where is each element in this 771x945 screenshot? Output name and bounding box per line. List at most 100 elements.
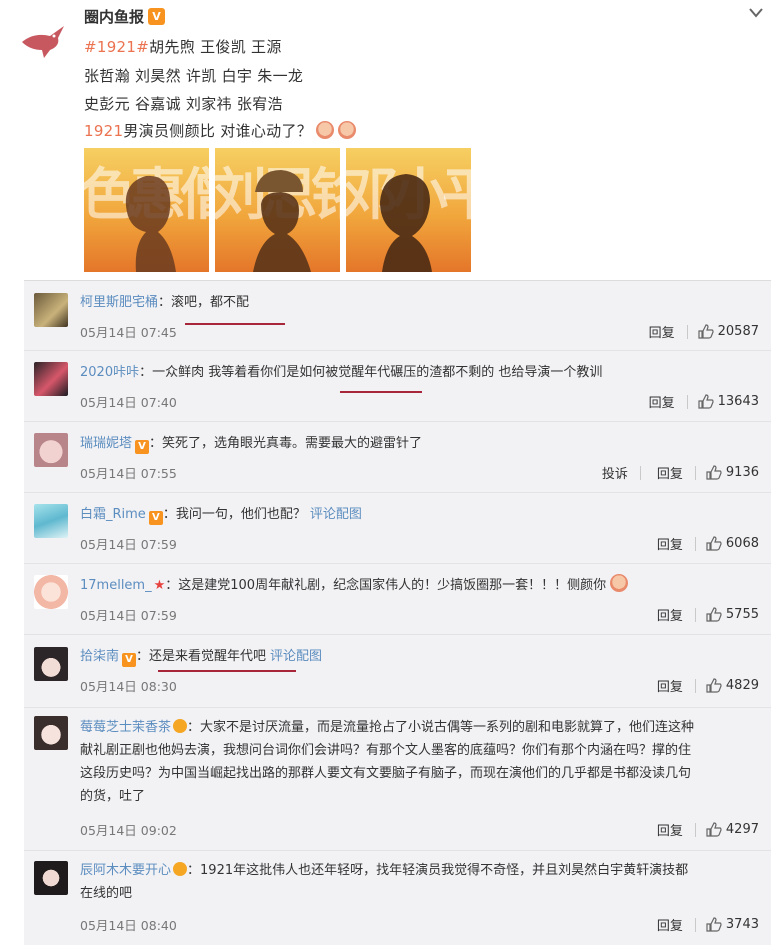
- comment-actions: 回复 4297: [641, 820, 759, 839]
- reply-button[interactable]: 回复: [657, 915, 683, 934]
- comment-text: 我问一句，他们也配？: [175, 507, 306, 522]
- verified-badge-icon: V: [148, 510, 163, 525]
- topic-link[interactable]: 1921: [84, 122, 123, 140]
- avatar[interactable]: [34, 861, 68, 895]
- post-text-line-1: #1921#胡先煦 王俊凯 王源: [84, 38, 282, 56]
- comment-image-link[interactable]: 评论配图: [270, 649, 322, 664]
- comment-time: 05月14日 07:59: [80, 608, 177, 623]
- post-text-line-2: 张哲瀚 刘昊然 许凯 白宇 朱一龙: [84, 67, 304, 85]
- red-underline: [158, 670, 296, 672]
- avatar[interactable]: [34, 504, 68, 538]
- comment-username[interactable]: 拾柒南: [80, 649, 119, 664]
- comment-actions: 回复 6068: [641, 534, 759, 553]
- avatar[interactable]: [34, 647, 68, 681]
- avatar[interactable]: [34, 575, 68, 609]
- bird-logo-icon[interactable]: [20, 20, 68, 60]
- comment-item: 柯里斯肥宅桶：滚吧，都不配 05月14日 07:45 回复 20587: [24, 281, 771, 351]
- comment-body: 莓莓芝士茉香茶 ：大家不是讨厌流量，而是流量抢占了小说古偶等一系列的剧和电影就算了…: [80, 716, 759, 808]
- comment-text: 笑死了，选角眼光真毒。需要最大的避雷针了: [162, 436, 423, 451]
- like-button[interactable]: 3743: [706, 917, 759, 932]
- verified-badge-icon: V: [135, 439, 150, 454]
- chevron-down-icon[interactable]: [748, 6, 764, 20]
- comment-text: 这是建党100周年献礼剧，纪念国家伟人的！少搞饭圈那一套！！！侧颜你: [178, 578, 607, 593]
- comment-list: 柯里斯肥宅桶：滚吧，都不配 05月14日 07:45 回复 20587 2020…: [24, 280, 771, 945]
- thumbs-up-icon: [698, 394, 714, 409]
- comment-image-link[interactable]: 评论配图: [310, 507, 362, 522]
- like-button[interactable]: 9136: [706, 465, 759, 480]
- like-count: 3743: [725, 917, 759, 932]
- like-count: 4297: [725, 822, 759, 837]
- comment-username[interactable]: 瑞瑞妮塔: [80, 436, 132, 451]
- thumbs-up-icon: [706, 678, 722, 693]
- comment-username[interactable]: 柯里斯肥宅桶: [80, 295, 158, 310]
- reply-button[interactable]: 回复: [649, 392, 675, 411]
- comment-text: 献礼剧正剧也他妈去演，我想问台词你们会讲吗？有那个文人墨客的底蕴吗？你们有那个内…: [80, 743, 692, 758]
- emoji-icon: [316, 121, 335, 139]
- comment-item: 辰阿木木要开心 ：1921年这批伟人也还年轻呀，找年轻演员我觉得不奇怪，并且刘昊然…: [24, 851, 771, 945]
- actor-silhouette: [253, 170, 311, 272]
- comment-item: 莓莓芝士茉香茶 ：大家不是讨厌流量，而是流量抢占了小说古偶等一系列的剧和电影就算了…: [24, 708, 771, 851]
- comment-body: 柯里斯肥宅桶：滚吧，都不配: [80, 295, 250, 310]
- comment-time: 05月14日 08:30: [80, 679, 177, 694]
- comment-body: 17mellem_ ★：这是建党100周年献礼剧，纪念国家伟人的！少搞饭圈那一套！…: [80, 574, 759, 597]
- comment-item: 2020咔咔：一众鲜肉 我等着看你们是如何被觉醒年代碾压的渣都不剩的 也给导演一…: [24, 351, 771, 422]
- post-author[interactable]: 圈内鱼报 V: [84, 6, 166, 27]
- comment-actions: 回复 3743: [641, 915, 759, 934]
- like-button[interactable]: 20587: [698, 324, 759, 339]
- poster-image[interactable]: 邓小平: [346, 148, 471, 272]
- comment-time: 05月14日 07:40: [80, 395, 177, 410]
- like-button[interactable]: 13643: [698, 394, 759, 409]
- like-button[interactable]: 4297: [706, 822, 759, 837]
- comment-text: 还是来看觉醒年代吧: [149, 649, 267, 664]
- avatar[interactable]: [34, 716, 68, 750]
- comment-actions: 投诉 回复 9136: [586, 463, 759, 482]
- comment-body: 辰阿木木要开心 ：1921年这批伟人也还年轻呀，找年轻演员我觉得不奇怪，并且刘昊然…: [80, 859, 759, 905]
- poster-image[interactable]: 刘思铭: [215, 148, 340, 272]
- reply-button[interactable]: 回复: [657, 605, 683, 624]
- thumbs-up-icon: [698, 324, 714, 339]
- reply-button[interactable]: 回复: [657, 676, 683, 695]
- verified-badge-icon: V: [122, 652, 137, 667]
- like-count: 20587: [717, 324, 759, 339]
- comment-username[interactable]: 莓莓芝士茉香茶: [80, 720, 171, 735]
- poster-image[interactable]: 色惠僧: [84, 148, 209, 272]
- reply-button[interactable]: 回复: [657, 534, 683, 553]
- comment-time: 05月14日 07:55: [80, 466, 177, 481]
- comment-username[interactable]: 白霜_Rime: [80, 507, 146, 522]
- avatar[interactable]: [34, 433, 68, 467]
- reply-button[interactable]: 回复: [657, 820, 683, 839]
- verified-badge-icon: V: [148, 8, 166, 25]
- comment-body: 2020咔咔：一众鲜肉 我等着看你们是如何被觉醒年代碾压的渣都不剩的 也给导演一…: [80, 365, 603, 380]
- thumbs-up-icon: [706, 536, 722, 551]
- like-button[interactable]: 6068: [706, 536, 759, 551]
- author-name[interactable]: 圈内鱼报: [84, 6, 144, 27]
- comment-text: 1921年这批伟人也还年轻呀，找年轻演员我觉得不奇怪，并且刘昊然白宇黄轩演技都: [200, 863, 689, 878]
- comment-item: 白霜_Rime V ：我问一句，他们也配？ 评论配图 05月14日 07:59 回复 …: [24, 493, 771, 564]
- comment-time: 05月14日 07:45: [80, 325, 177, 340]
- comment-body: 瑞瑞妮塔 V ：笑死了，选角眼光真毒。需要最大的避雷针了: [80, 436, 423, 454]
- reply-button[interactable]: 回复: [657, 463, 683, 482]
- star-badge-icon: ★: [153, 578, 166, 593]
- emoji-icon: [610, 574, 629, 592]
- comment-text: 滚吧，都不配: [171, 295, 250, 310]
- comment-text: 大家不是讨厌流量，而是流量抢占了小说古偶等一系列的剧和电影就算了，他们连这种: [200, 720, 695, 735]
- actor-silhouette: [380, 174, 432, 272]
- comment-username[interactable]: 17mellem_: [80, 578, 152, 593]
- report-button[interactable]: 投诉: [602, 463, 628, 482]
- actor-silhouette: [125, 175, 176, 272]
- reply-button[interactable]: 回复: [649, 322, 675, 341]
- avatar[interactable]: [34, 362, 68, 396]
- comment-body: 拾柒南 V ：还是来看觉醒年代吧 评论配图: [80, 649, 323, 667]
- hashtag-link[interactable]: #1921#: [84, 38, 149, 56]
- comment-username[interactable]: 辰阿木木要开心: [80, 863, 171, 878]
- thumbs-up-icon: [706, 465, 722, 480]
- like-count: 5755: [725, 607, 759, 622]
- crown-badge-icon: [173, 862, 188, 876]
- avatar[interactable]: [34, 293, 68, 327]
- comment-username[interactable]: 2020咔咔: [80, 365, 139, 380]
- comment-text: 一众鲜肉 我等着看你们是如何被觉醒年代碾压的渣都不剩的 也给导演一个教训: [152, 365, 603, 380]
- like-count: 9136: [725, 465, 759, 480]
- comment-actions: 回复 5755: [641, 605, 759, 624]
- like-button[interactable]: 5755: [706, 607, 759, 622]
- like-button[interactable]: 4829: [706, 678, 759, 693]
